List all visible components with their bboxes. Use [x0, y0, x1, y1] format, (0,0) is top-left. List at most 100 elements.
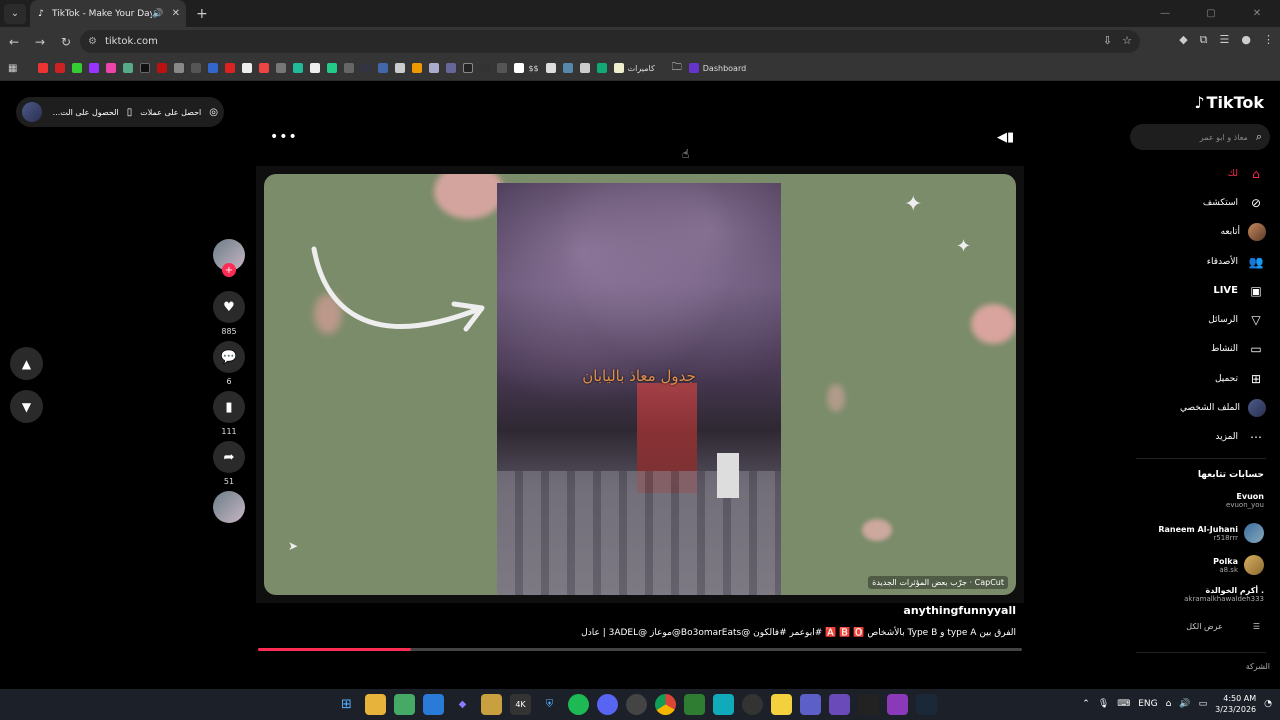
sidebar-item-explore[interactable]: استكشف ⊘ [1116, 188, 1266, 217]
app-icon[interactable] [626, 694, 647, 715]
sidebar-item-messages[interactable]: الرسائل ▽ [1116, 305, 1266, 334]
sidebar-item-friends[interactable]: الأصدقاء 👥 [1116, 247, 1266, 276]
app-icon[interactable] [713, 694, 734, 715]
language-indicator[interactable]: ENG [1138, 699, 1157, 709]
more-options-icon[interactable]: ••• [270, 129, 298, 145]
bookmark-icon[interactable] [259, 63, 270, 73]
battery-icon[interactable]: ▭ [1199, 699, 1208, 709]
browser-menu-icon[interactable]: ⋮ [1263, 33, 1274, 47]
microphone-icon[interactable]: 🎙 [1098, 699, 1109, 709]
extensions-puzzle-icon[interactable]: ⧉ [1200, 33, 1208, 47]
app-icon[interactable] [742, 694, 763, 715]
address-bar[interactable]: ⚙ tiktok.com ⇩ ☆ [80, 30, 1140, 53]
comment-button[interactable]: 💬 [213, 341, 245, 373]
video-progress-bar[interactable] [258, 648, 1022, 651]
see-all-link[interactable]: عرض الكل ☰ [1186, 622, 1260, 631]
search-icon[interactable]: ⌕ [1256, 130, 1262, 144]
new-tab-button[interactable]: + [196, 6, 208, 22]
sidebar-item-following[interactable]: أتابعه [1116, 218, 1266, 247]
volume-tray-icon[interactable]: 🔊 [1179, 699, 1190, 709]
capcut-label[interactable]: CapCut · جرّب بعض المؤثرات الجديدة [868, 576, 1008, 589]
browser-tab[interactable]: ♪ TikTok - Make Your Day 🔊 ✕ [30, 0, 186, 27]
following-account[interactable]: Polka a8.sk [1124, 555, 1264, 575]
bookmark-icon[interactable] [446, 63, 457, 73]
bookmark-icon[interactable] [293, 63, 304, 73]
bookmark-star-icon[interactable]: ☆ [1122, 34, 1132, 47]
teams-icon[interactable] [800, 694, 821, 715]
4k-downloader-icon[interactable]: 4K [510, 694, 531, 715]
bookmark-dollars[interactable]: $$ [514, 63, 539, 73]
clock[interactable]: 4:50 AM 3/23/2026 [1215, 693, 1256, 715]
forward-button[interactable]: → [28, 30, 52, 54]
bookmark-icon[interactable] [55, 63, 66, 73]
following-account[interactable]: Raneem Al-Juhani r518rrr [1124, 523, 1264, 543]
install-app-icon[interactable]: ⇩ [1103, 34, 1112, 47]
app-icon[interactable] [829, 694, 850, 715]
app-icon[interactable] [887, 694, 908, 715]
security-shield-icon[interactable]: ⛨ [539, 694, 560, 715]
save-button[interactable]: ▮ [213, 391, 245, 423]
bookmark-dashboard[interactable]: Dashboard [688, 63, 746, 73]
bookmark-icon[interactable] [497, 63, 508, 73]
follow-plus-icon[interactable]: + [222, 263, 236, 277]
bookmark-icon[interactable] [174, 63, 185, 73]
site-info-icon[interactable]: ⚙ [88, 36, 97, 47]
previous-video-chevron-up-icon[interactable]: ▲ [10, 347, 43, 380]
reload-button[interactable]: ↻ [54, 30, 78, 54]
kick-bookmark-icon[interactable] [72, 63, 83, 73]
bookmark-icon[interactable] [562, 63, 573, 73]
bookmark-icon[interactable] [242, 63, 253, 73]
bookmark-icon[interactable] [395, 63, 406, 73]
following-account[interactable]: أكرم الخوالدة . akramalkhawaldeh333 [1124, 586, 1264, 603]
volume-icon[interactable]: ◀▮ [997, 130, 1014, 145]
get-app-label[interactable]: الحصول على الت... [53, 108, 119, 117]
profile-avatar[interactable] [22, 102, 42, 122]
close-window-icon[interactable]: ✕ [1234, 0, 1280, 27]
maximize-icon[interactable]: ▢ [1188, 0, 1234, 27]
bookmark-icon[interactable] [123, 63, 134, 73]
network-icon[interactable]: ⌂ [1166, 699, 1172, 709]
bookmark-icon[interactable] [429, 63, 440, 73]
music-disc-avatar[interactable] [213, 491, 245, 523]
instagram-bookmark-icon[interactable] [106, 63, 117, 73]
bookmark-folder[interactable]: 🗀 [672, 60, 682, 77]
bookmark-icon[interactable] [276, 63, 287, 73]
notification-icon[interactable]: ◔ [1264, 699, 1272, 709]
bookmark-icon[interactable] [579, 63, 590, 73]
get-coins-label[interactable]: احصل على عملات [140, 108, 201, 117]
back-button[interactable]: ← [2, 30, 26, 54]
bookmark-icon[interactable] [327, 63, 338, 73]
bookmark-icon[interactable] [361, 63, 372, 73]
file-explorer-icon[interactable] [365, 694, 386, 715]
bookmark-icon[interactable] [157, 63, 168, 73]
video-author[interactable]: anythingfunnyyall [903, 604, 1016, 617]
sidebar-item-upload[interactable]: تحميل ⊞ [1116, 364, 1266, 393]
search-input[interactable]: معاذ و ابو عمر ⌕ [1130, 124, 1270, 150]
twitch-bookmark-icon[interactable] [89, 63, 100, 73]
bookmark-cameras[interactable]: كاميرات [613, 63, 655, 73]
windows-start-icon[interactable]: ⊞ [336, 694, 357, 715]
get-coins-banner[interactable]: ◎ احصل على عملات ▯ الحصول على الت... [16, 97, 224, 127]
following-account[interactable]: Evuon evuon_you [1124, 492, 1264, 509]
company-link[interactable]: الشركة [1246, 662, 1270, 671]
mail-icon[interactable] [423, 694, 444, 715]
profile-icon[interactable]: ● [1241, 33, 1251, 47]
tab-close-icon[interactable]: ✕ [172, 8, 180, 19]
app-icon[interactable] [858, 694, 879, 715]
video-player[interactable]: ✦ ✦ جدول معاذ باليابان ➤ CapCut · جرّب ب… [256, 166, 1024, 603]
reading-list-icon[interactable]: ☰ [1220, 33, 1230, 47]
like-button[interactable]: ♥ [213, 291, 245, 323]
spotify-icon[interactable] [568, 694, 589, 715]
bookmark-icon[interactable] [344, 63, 355, 73]
app-icon[interactable] [394, 694, 415, 715]
bookmark-icon[interactable] [378, 63, 389, 73]
app-icon[interactable] [684, 694, 705, 715]
bookmark-icon[interactable] [225, 63, 236, 73]
tab-search-button[interactable]: ⌄ [4, 3, 26, 24]
extension-icon[interactable]: ◆ [1179, 33, 1187, 47]
sidebar-item-activity[interactable]: النشاط ▭ [1116, 335, 1266, 364]
sidebar-item-more[interactable]: المزيد ⋯ [1116, 423, 1266, 452]
next-video-chevron-down-icon[interactable]: ▼ [10, 390, 43, 423]
tab-audio-icon[interactable]: 🔊 [152, 9, 163, 19]
sidebar-item-for-you[interactable]: لك ⌂ [1116, 159, 1266, 188]
